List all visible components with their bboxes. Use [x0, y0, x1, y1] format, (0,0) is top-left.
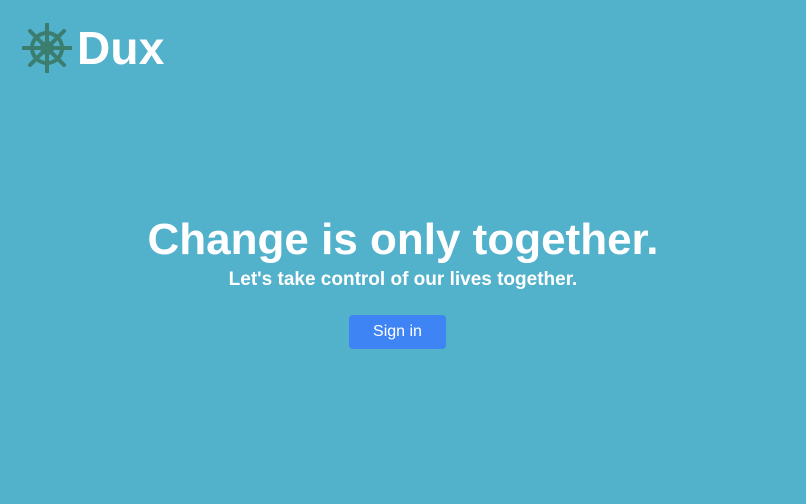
- ship-wheel-icon: [22, 23, 72, 73]
- sign-in-button[interactable]: Sign in: [349, 315, 446, 349]
- hero-headline: Change is only together.: [147, 215, 659, 264]
- hero-section: Change is only together. Let's take cont…: [0, 212, 806, 292]
- brand-name: Dux: [77, 22, 165, 74]
- brand: Dux: [22, 22, 165, 74]
- hero-subheadline: Let's take control of our lives together…: [228, 269, 578, 290]
